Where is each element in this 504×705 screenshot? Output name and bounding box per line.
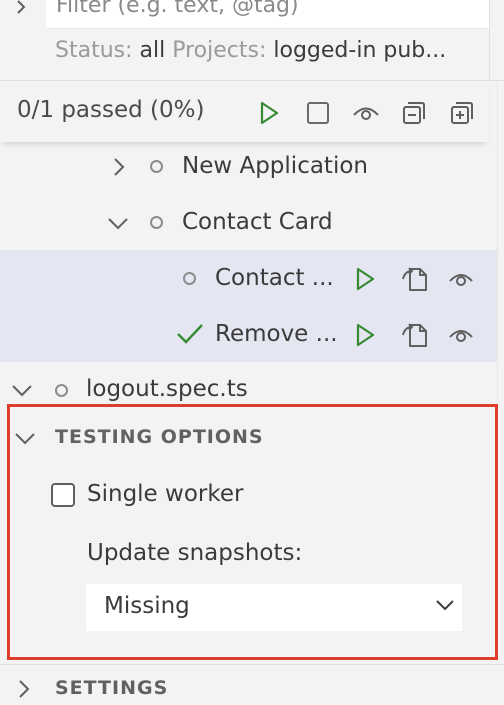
status-value[interactable]: all (140, 38, 166, 63)
not-run-circle-icon (150, 160, 163, 173)
expand-all-button[interactable] (447, 98, 477, 128)
run-all-button[interactable] (254, 98, 284, 128)
watch-test-button[interactable] (446, 320, 476, 350)
collapse-all-button[interactable] (399, 98, 429, 128)
passed-check-icon (176, 322, 204, 346)
go-to-test-button[interactable] (401, 264, 431, 294)
play-icon (356, 267, 375, 291)
passed-summary: 0/1 passed (0%) (17, 97, 205, 123)
chevron-down-icon[interactable] (11, 383, 33, 397)
status-label: Status: (55, 38, 133, 63)
go-to-file-icon (402, 267, 427, 291)
eye-icon (449, 330, 473, 342)
run-test-button[interactable] (350, 264, 380, 294)
settings-title[interactable]: SETTINGS (55, 677, 168, 699)
tree-item-logout-spec[interactable]: logout.spec.ts (86, 376, 248, 402)
eye-icon (449, 274, 473, 286)
tree-item-new-application[interactable]: New Application (182, 153, 368, 179)
run-test-button[interactable] (350, 320, 380, 350)
projects-value[interactable]: logged-in pub... (273, 38, 446, 63)
filter-box (46, 0, 489, 29)
chevron-down-icon[interactable] (107, 216, 129, 230)
go-to-file-icon (402, 323, 427, 347)
annotation-highlight-frame (7, 404, 498, 660)
not-run-circle-icon (55, 384, 68, 397)
go-to-test-button[interactable] (401, 320, 431, 350)
projects-label: Projects: (172, 38, 267, 63)
tree-item-contact-test[interactable]: Contact ... (215, 265, 334, 291)
watch-button[interactable] (351, 98, 381, 128)
panel-edge (489, 0, 490, 80)
scrollbar-track[interactable] (497, 80, 498, 400)
expand-all-icon (451, 102, 473, 124)
stop-icon (307, 102, 329, 124)
not-run-circle-icon (183, 272, 196, 285)
status-line: Status: all Projects: logged-in pub... (55, 38, 446, 63)
collapse-all-icon (403, 102, 425, 124)
tree-item-contact-card[interactable]: Contact Card (182, 209, 333, 235)
play-icon (260, 101, 279, 125)
play-icon (356, 323, 375, 347)
eye-icon (353, 107, 379, 120)
not-run-circle-icon (150, 216, 163, 229)
watch-test-button[interactable] (446, 264, 476, 294)
tree-item-remove-test[interactable]: Remove ... (215, 321, 338, 347)
filter-divider (0, 80, 504, 81)
stop-button[interactable] (303, 98, 333, 128)
filter-input[interactable] (56, 0, 476, 20)
settings-divider (0, 664, 504, 665)
filter-collapse-chevron-icon[interactable] (14, 0, 30, 16)
chevron-right-icon[interactable] (17, 679, 31, 699)
chevron-right-icon[interactable] (112, 157, 126, 177)
